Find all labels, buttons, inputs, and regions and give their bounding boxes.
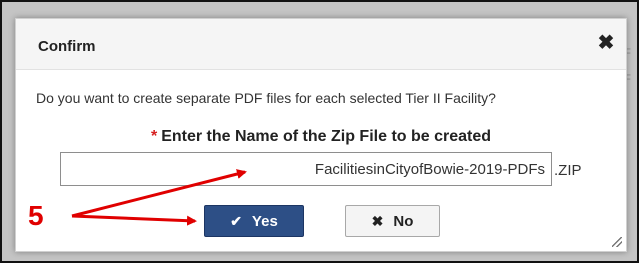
annotation-arrow-to-yes (71, 214, 197, 226)
annotation-arrows (71, 169, 247, 226)
annotation-arrow-to-input (71, 169, 247, 218)
